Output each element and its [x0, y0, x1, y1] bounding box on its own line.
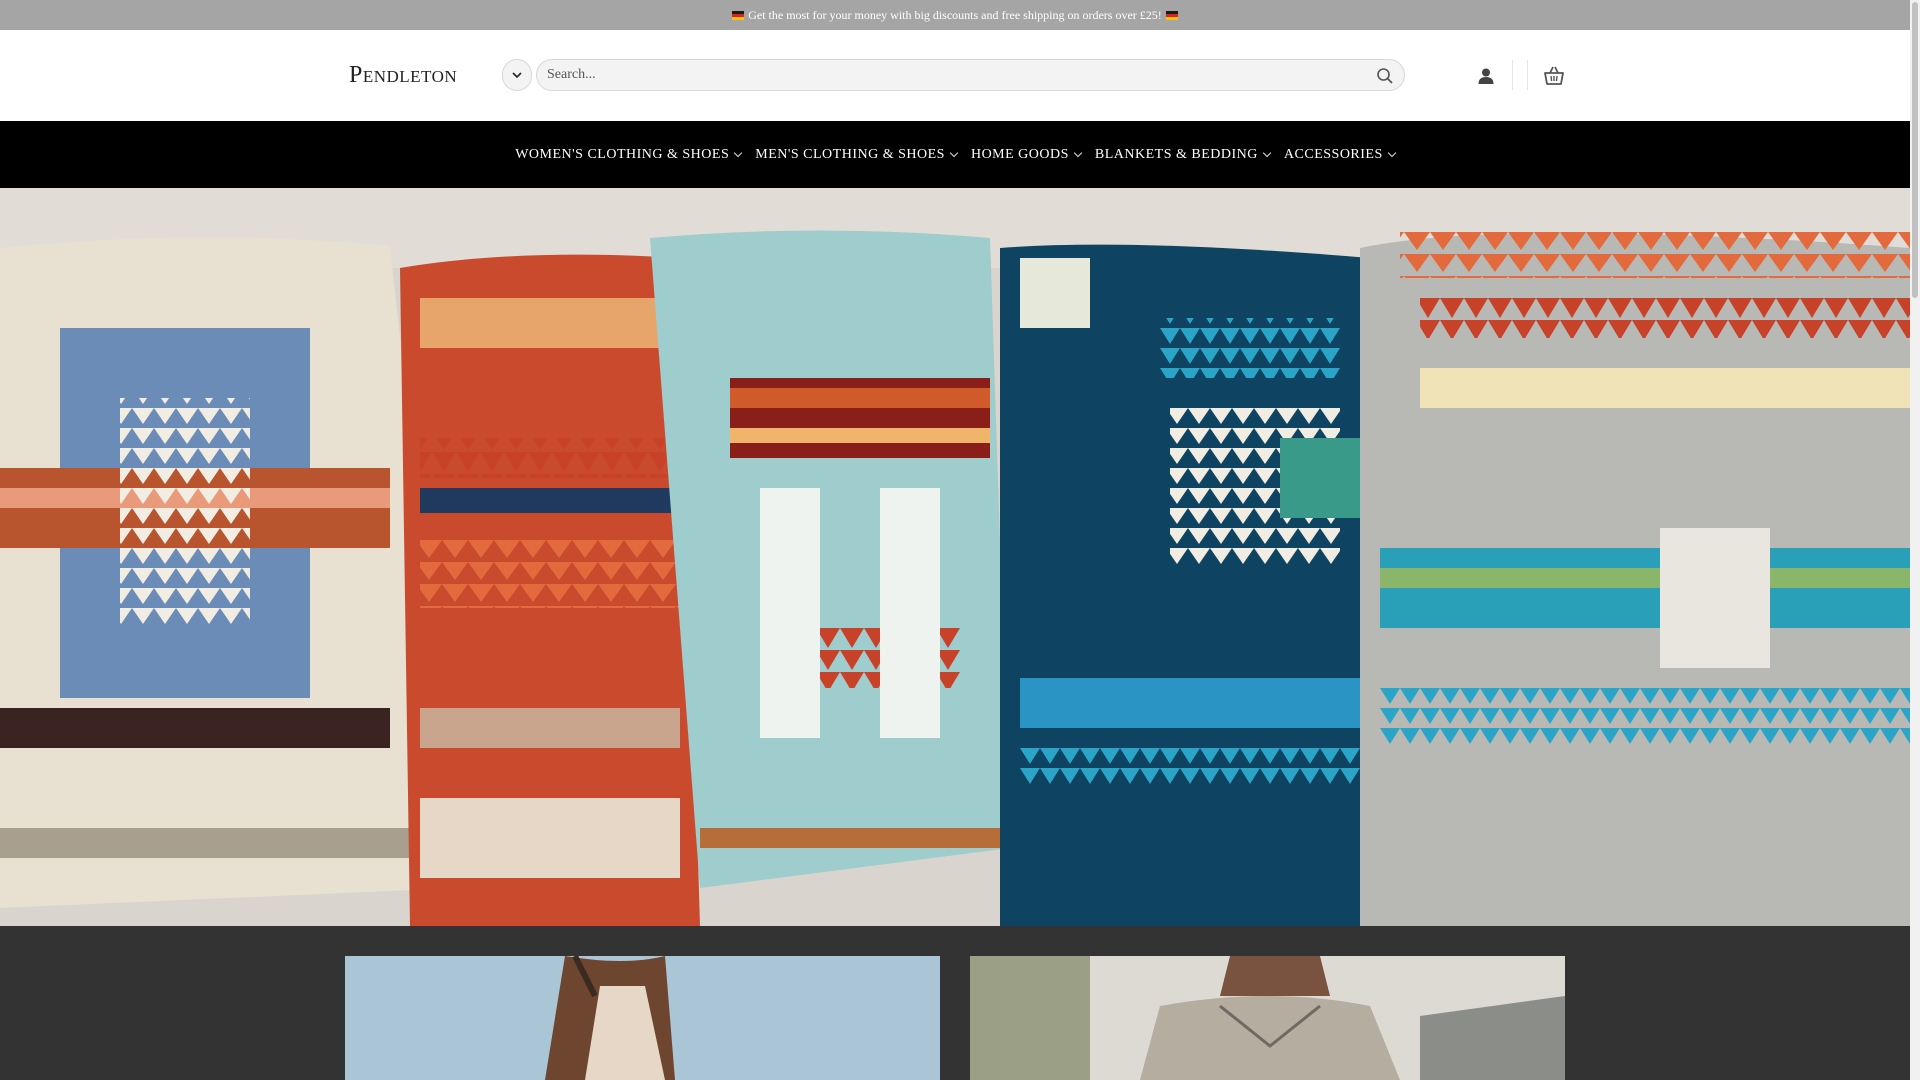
header-divider: [1527, 60, 1528, 90]
nav-item-label: MEN'S CLOTHING & SHOES: [755, 146, 945, 162]
flag-icon: [732, 10, 745, 20]
announcement-text: Get the most for your money with big dis…: [748, 7, 1162, 22]
nav-item-home-goods[interactable]: HOME GOODS: [970, 146, 1083, 163]
search-button[interactable]: [1374, 65, 1396, 87]
search-box: [536, 59, 1405, 91]
nav-item-label: BLANKETS & BEDDING: [1094, 146, 1258, 162]
search-icon: [1377, 68, 1393, 84]
nav-item-label: WOMEN'S CLOTHING & SHOES: [515, 146, 730, 162]
chevron-down-icon: [1073, 148, 1083, 157]
main-nav: WOMEN'S CLOTHING & SHOES MEN'S CLOTHING …: [0, 121, 1910, 188]
account-button[interactable]: [1475, 65, 1497, 87]
logo[interactable]: Pendleton: [349, 62, 457, 89]
nav-item-blankets[interactable]: BLANKETS & BEDDING: [1094, 146, 1272, 163]
nav-item-womens[interactable]: WOMEN'S CLOTHING & SHOES: [515, 146, 743, 163]
chevron-down-icon: [734, 148, 743, 157]
chevron-down-icon: [949, 148, 959, 157]
hero-banner[interactable]: [0, 188, 1910, 926]
chevron-down-icon: [1262, 148, 1272, 157]
nav-item-label: HOME GOODS: [970, 146, 1069, 162]
flag-icon: [1165, 10, 1178, 20]
header-divider: [1512, 60, 1513, 90]
chevron-down-icon: [512, 72, 522, 79]
site-header: Pendleton: [0, 30, 1910, 121]
scrollbar-thumb[interactable]: [1912, 2, 1918, 298]
user-icon: [1478, 68, 1494, 84]
womens-promo-card[interactable]: [345, 956, 940, 1080]
womens-model-image: [345, 956, 940, 1080]
chevron-down-icon: [1387, 148, 1397, 157]
mens-model-image: [970, 956, 1565, 1080]
nav-item-label: ACCESSORIES: [1283, 146, 1383, 162]
announcement-bar: Get the most for your money with big dis…: [0, 0, 1910, 30]
cart-button[interactable]: [1541, 62, 1567, 88]
search-input[interactable]: [547, 60, 1367, 90]
nav-item-mens[interactable]: MEN'S CLOTHING & SHOES: [755, 146, 959, 163]
hero-blankets-image: [0, 188, 1910, 926]
basket-icon: [1544, 66, 1564, 85]
mens-promo-card[interactable]: [970, 956, 1565, 1080]
category-promo-section: [0, 926, 1910, 1080]
nav-item-accessories[interactable]: ACCESSORIES: [1283, 146, 1397, 163]
category-dropdown-button[interactable]: [502, 59, 532, 91]
